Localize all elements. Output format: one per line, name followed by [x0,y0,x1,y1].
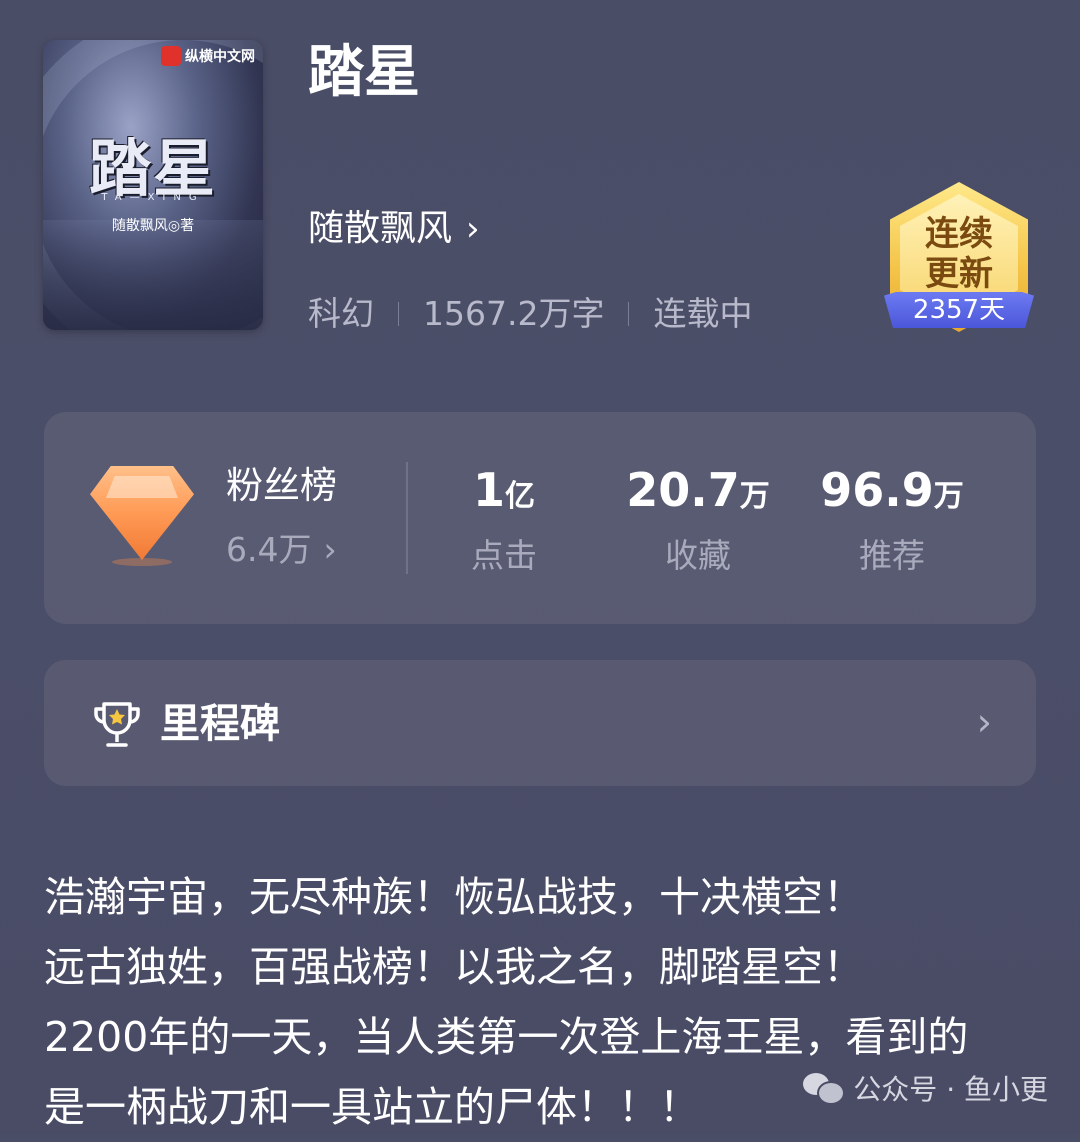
chevron-right-icon: › [976,700,992,744]
continuous-update-badge[interactable]: 连续 更新 2357天 [884,182,1034,340]
book-title: 踏星 [308,40,420,105]
cover-art-ground [43,220,263,330]
stats-card: 粉丝榜 6.4万 › 1亿 点击 20.7万 收藏 96.9万 推荐 [44,412,1036,624]
synopsis-line: 浩瀚宇宙，无尽种族！恢弘战技，十决横空！ [44,873,864,921]
cover-publisher: 纵横中文网 [161,46,255,66]
stat-recommends-number: 96.9 [820,463,934,517]
book-status: 连载中 [653,294,753,333]
watermark-text: 公众号 · 鱼小更 [853,1073,1048,1106]
chevron-right-icon: › [466,209,480,249]
stats-divider [406,462,408,574]
book-genre: 科幻 [308,294,374,333]
meta-divider [628,302,630,326]
milestone-label: 里程碑 [160,701,280,747]
diamond-shadow [112,558,172,566]
author-name: 随散飘风 [308,208,453,249]
stat-favorites-number: 20.7 [626,463,740,517]
synopsis-line: 远古独姓，百强战榜！以我之名，脚踏星空！ [44,943,864,991]
meta-divider [398,302,399,326]
diamond-icon [90,466,194,566]
wechat-icon [803,1071,846,1105]
stat-recommends-unit: 万 [933,479,964,514]
stat-clicks: 1亿 点击 [424,460,584,579]
stat-favorites-label: 收藏 [665,536,731,575]
badge-text-line2: 更新 [925,254,993,294]
synopsis-line: 2200年的一天，当人类第一次登上海王星，看到的 [44,1013,969,1061]
stat-recommends-value: 96.9万 [812,460,972,527]
stat-favorites-unit: 万 [739,479,770,514]
book-word-count: 1567.2万字 [423,294,605,333]
stat-clicks-unit: 亿 [505,479,535,514]
stat-clicks-number: 1 [472,463,505,517]
fans-rank-label[interactable]: 粉丝榜 [226,462,337,510]
badge-days-ribbon: 2357天 [884,292,1034,328]
wechat-bubble-small [817,1081,846,1105]
chevron-right-icon: › [323,530,337,569]
stat-clicks-value: 1亿 [424,460,584,527]
milestone-row[interactable]: 里程碑 › [44,660,1036,786]
book-cover[interactable]: 纵横中文网 踏星 TA—XING 随散飘风◎著 [43,40,263,330]
fans-rank-value[interactable]: 6.4万 › [226,528,337,572]
stat-recommends-label: 推荐 [859,536,925,575]
stat-favorites-value: 20.7万 [618,460,778,527]
cover-publisher-name: 纵横中文网 [185,49,255,65]
book-meta: 科幻 1567.2万字 连载中 [308,292,752,336]
stat-clicks-label: 点击 [471,536,537,575]
watermark: 公众号 · 鱼小更 [803,1068,1048,1108]
author-link[interactable]: 随散飘风 › [308,205,480,253]
cover-pinyin: TA—XING [101,192,205,203]
badge-text: 连续 更新 [884,214,1034,294]
stat-recommends: 96.9万 推荐 [812,460,972,579]
diamond-facet [106,476,178,498]
stat-favorites: 20.7万 收藏 [618,460,778,579]
fans-rank-number: 6.4万 [226,530,312,569]
trophy-icon [94,702,140,747]
badge-text-line1: 连续 [925,214,993,254]
cover-author: 随散飘风◎著 [111,218,195,234]
publisher-logo-icon [161,46,181,66]
